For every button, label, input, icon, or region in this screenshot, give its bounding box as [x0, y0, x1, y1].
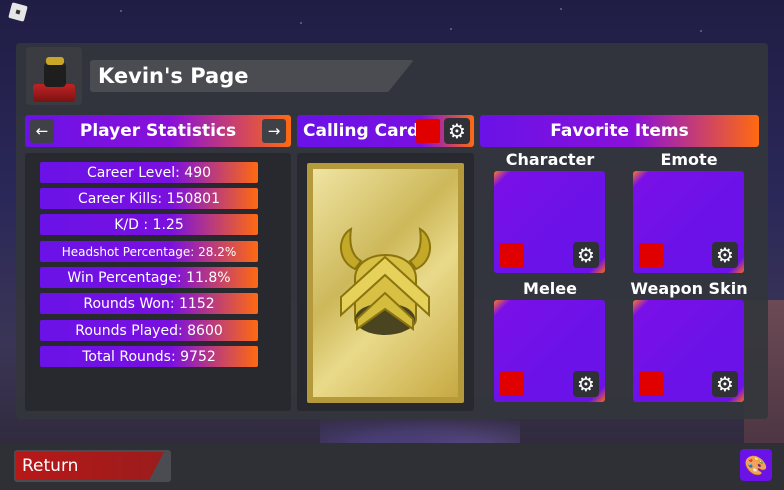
- avatar-hat: [46, 57, 64, 65]
- gear-icon: ⚙: [716, 372, 734, 396]
- fav-emote-slot[interactable]: ⚙: [633, 171, 744, 273]
- stat-kd: K/D : 1.25: [40, 214, 258, 235]
- fav-weapon-skin-label: Weapon Skin: [630, 279, 748, 298]
- fav-emote-settings-button[interactable]: ⚙: [712, 242, 738, 268]
- palette-button[interactable]: 🎨: [740, 449, 772, 481]
- gear-icon: ⚙: [577, 372, 595, 396]
- favorite-items-title: Favorite Items: [550, 121, 689, 141]
- fav-character-label: Character: [505, 150, 595, 169]
- stat-win-percentage: Win Percentage: 11.8%: [40, 267, 258, 288]
- fav-melee-settings-button[interactable]: ⚙: [573, 371, 599, 397]
- calling-card-color-swatch[interactable]: [416, 119, 440, 143]
- gear-icon: ⚙: [716, 243, 734, 267]
- fav-emote-color-swatch[interactable]: [639, 243, 663, 267]
- next-stats-button[interactable]: →: [262, 119, 286, 143]
- player-statistics-title: Player Statistics: [79, 121, 237, 141]
- calling-card-art[interactable]: [307, 163, 464, 403]
- fav-character-color-swatch[interactable]: [500, 243, 524, 267]
- fav-weapon-skin-settings-button[interactable]: ⚙: [712, 371, 738, 397]
- stat-rounds-played: Rounds Played: 8600: [40, 320, 258, 341]
- gear-icon: ⚙: [577, 243, 595, 267]
- gear-icon: ⚙: [448, 119, 466, 143]
- return-button[interactable]: Return: [14, 450, 171, 482]
- stats-list: Career Level: 490 Career Kills: 150801 K…: [25, 153, 291, 411]
- fav-weapon-skin-slot[interactable]: ⚙: [633, 300, 744, 402]
- player-statistics-header: ← Player Statistics →: [25, 115, 291, 147]
- golden-horned-helmet-icon: [340, 227, 431, 335]
- calling-card-header: Calling Card ⚙: [297, 115, 474, 147]
- prev-stats-button[interactable]: ←: [30, 119, 54, 143]
- return-label: Return: [22, 456, 79, 476]
- stat-headshot-percentage: Headshot Percentage: 28.2%: [40, 241, 258, 262]
- stat-rounds-won: Rounds Won: 1152: [40, 293, 258, 314]
- stat-career-kills: Career Kills: 150801: [40, 188, 258, 209]
- page-title: Kevin's Page: [90, 60, 414, 92]
- stat-career-level: Career Level: 490: [40, 162, 258, 183]
- calling-card-title: Calling Card: [303, 121, 420, 141]
- favorite-items-header: Favorite Items: [480, 115, 759, 147]
- palette-icon: 🎨: [744, 454, 768, 477]
- fav-emote-label: Emote: [660, 150, 718, 169]
- fav-melee-label: Melee: [523, 279, 577, 298]
- calling-card-settings-button[interactable]: ⚙: [444, 118, 470, 144]
- fav-character-slot[interactable]: ⚙: [494, 171, 605, 273]
- avatar: [26, 47, 82, 105]
- stat-total-rounds: Total Rounds: 9752: [40, 346, 258, 367]
- arrow-right-icon: →: [267, 122, 281, 140]
- arrow-left-icon: ←: [35, 122, 49, 140]
- fav-weapon-skin-color-swatch[interactable]: [639, 372, 663, 396]
- fav-character-settings-button[interactable]: ⚙: [573, 242, 599, 268]
- fav-melee-slot[interactable]: ⚙: [494, 300, 605, 402]
- calling-card-frame: [297, 153, 474, 411]
- fav-melee-color-swatch[interactable]: [500, 372, 524, 396]
